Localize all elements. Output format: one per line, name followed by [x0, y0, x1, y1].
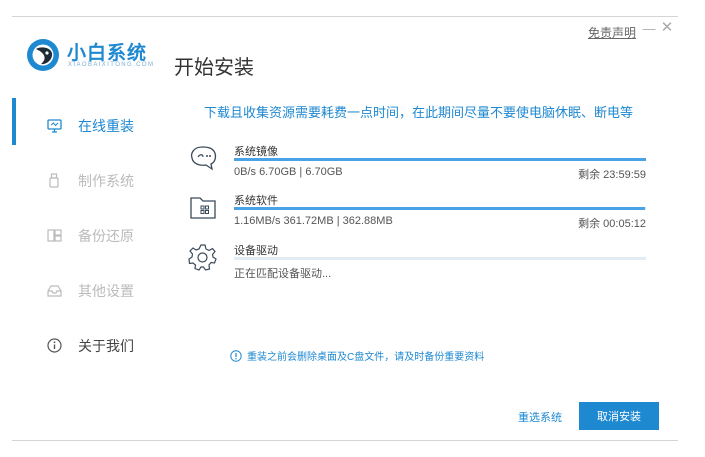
task-remaining: 剩余 00:05:12 [578, 218, 646, 230]
chat-bubble-icon [190, 146, 217, 171]
folder-icon [190, 197, 216, 219]
top-divider [12, 16, 678, 17]
gear-icon [188, 244, 217, 271]
sidebar-item-label: 其他设置 [78, 282, 134, 299]
sidebar-item-label: 制作系统 [78, 172, 134, 189]
task-system-software: 系统软件 1.16MB/s 361.72MB | 362.88MB 剩余 00:… [188, 192, 648, 240]
sidebar-item-about-us[interactable]: 关于我们 [12, 318, 162, 373]
sidebar-item-label: 关于我们 [78, 337, 134, 354]
backup-warning: 重装之前会删除桌面及C盘文件，请及时备份重要资料 [230, 348, 484, 363]
installer-window: 免责声明 — ✕ 小白系统 XIAOBAIXITONG.COM 开始安装 在线重… [12, 16, 678, 441]
task-device-drivers: 设备驱动 正在匹配设备驱动... [188, 242, 648, 290]
minimize-button[interactable]: — [642, 22, 656, 36]
active-indicator [12, 98, 16, 145]
progress-track [234, 207, 646, 210]
sidebar-item-make-system[interactable]: 制作系统 [12, 153, 162, 208]
reselect-system-link[interactable]: 重选系统 [518, 409, 562, 425]
backup-icon [46, 228, 62, 244]
disclaimer-link[interactable]: 免责声明 [588, 24, 636, 41]
monitor-icon [46, 118, 62, 134]
task-detail: 正在匹配设备驱动... [234, 268, 332, 280]
progress-track [234, 257, 646, 260]
logo-name: 小白系统 [67, 43, 148, 64]
warning-text: 重装之前会删除桌面及C盘文件，请及时备份重要资料 [247, 352, 485, 363]
tray-icon [46, 283, 62, 299]
sidebar-item-online-reinstall[interactable]: 在线重装 [12, 98, 162, 153]
progress-track [234, 158, 646, 161]
page-title: 开始安装 [174, 57, 254, 79]
progress-fill [234, 207, 645, 210]
sidebar-item-backup-restore[interactable]: 备份还原 [12, 208, 162, 263]
bottom-divider [12, 440, 678, 441]
sidebar-item-other-settings[interactable]: 其他设置 [12, 263, 162, 318]
logo-url: XIAOBAIXITONG.COM [68, 62, 155, 68]
task-detail: 0B/s 6.70GB | 6.70GB [234, 166, 343, 178]
logo-icon [27, 39, 59, 71]
task-system-image: 系统镜像 0B/s 6.70GB | 6.70GB 剩余 23:59:59 [188, 143, 648, 191]
progress-fill [234, 158, 646, 161]
task-name: 系统镜像 [234, 146, 278, 158]
task-remaining: 剩余 23:59:59 [578, 169, 646, 181]
info-icon [46, 338, 62, 354]
task-detail: 1.16MB/s 361.72MB | 362.88MB [234, 215, 393, 227]
sidebar: 在线重装 制作系统 备份还原 其他设置 关于我们 [12, 98, 162, 373]
info-icon [230, 349, 242, 362]
usb-drive-icon [46, 173, 62, 189]
sidebar-item-label: 在线重装 [78, 117, 134, 134]
task-name: 系统软件 [234, 195, 278, 207]
cancel-install-button[interactable]: 取消安装 [579, 402, 659, 430]
download-notice: 下载且收集资源需要耗费一点时间，在此期间尽量不要使电脑休眠、断电等 [204, 105, 634, 120]
sidebar-item-label: 备份还原 [78, 227, 134, 244]
task-name: 设备驱动 [234, 245, 278, 257]
close-button[interactable]: ✕ [660, 20, 674, 35]
